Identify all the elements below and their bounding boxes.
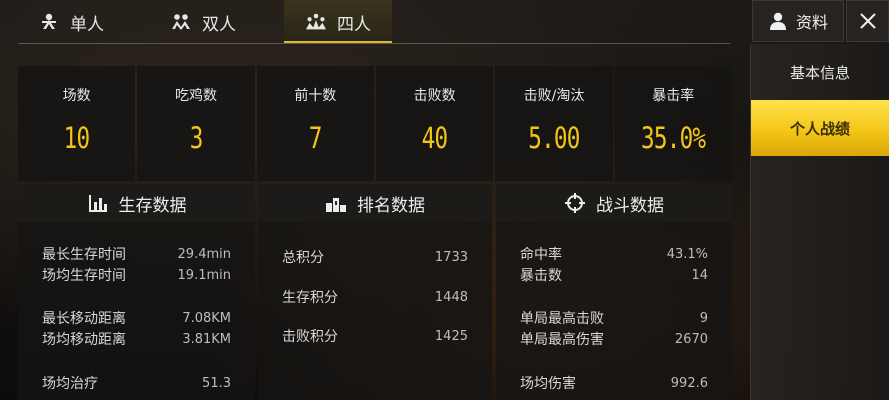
crosshair-icon — [565, 193, 585, 213]
tab-single-label: 单人 — [70, 14, 104, 35]
tab-squad[interactable]: 四人 — [284, 0, 392, 44]
ranking-panel-header: 排名数据 — [258, 184, 492, 222]
squad-icon — [305, 11, 327, 33]
row-value: 2670 — [674, 331, 708, 347]
row-label: 总积分 — [282, 250, 324, 266]
profile-button-label: 资料 — [795, 13, 828, 32]
combat-row: 单局最高击败 9 — [520, 308, 708, 328]
profile-button[interactable]: 资料 — [752, 0, 844, 42]
stat-kd: 击败/淘汰 5.00 — [495, 66, 613, 181]
tab-squad-label: 四人 — [337, 14, 371, 35]
row-value: 29.4min — [177, 246, 231, 262]
stat-label: 击败数 — [413, 88, 456, 104]
combat-row: 场均伤害 992.6 — [520, 373, 708, 393]
ranking-row: 生存积分 1448 — [282, 287, 468, 307]
row-label: 命中率 — [520, 247, 562, 263]
stat-wins: 吃鸡数 3 — [137, 66, 255, 181]
stat-value: 40 — [421, 121, 448, 155]
row-label: 场均伤害 — [520, 376, 576, 392]
survival-row: 最长生存时间 29.4min — [42, 244, 231, 264]
stat-value: 3 — [189, 121, 204, 155]
stat-label: 吃鸡数 — [174, 88, 217, 104]
row-label: 单局最高击败 — [520, 311, 604, 327]
duo-icon — [170, 11, 192, 33]
stat-value: 7 — [308, 121, 323, 155]
ranking-panel-title: 排名数据 — [357, 195, 425, 216]
combat-panel-header: 战斗数据 — [496, 184, 732, 222]
survival-row: 场均治疗 51.3 — [42, 373, 231, 393]
close-icon — [859, 13, 876, 29]
tab-single[interactable]: 单人 — [38, 0, 104, 44]
combat-panel: 战斗数据 命中率 43.1% 暴击数 14 单局最高击败 9 单局最高伤害 2670 场… — [496, 184, 732, 400]
person-icon — [769, 12, 786, 30]
survival-row: 场均移动距离 3.81KM — [42, 329, 231, 349]
row-label: 暴击数 — [520, 268, 562, 284]
tab-divider — [18, 43, 730, 44]
stat-value: 35.0% — [641, 121, 706, 155]
row-label: 击败积分 — [282, 329, 338, 345]
stat-matches: 场数 10 — [18, 66, 136, 181]
combat-panel-title: 战斗数据 — [596, 195, 664, 216]
ranking-row: 击败积分 1425 — [282, 326, 468, 346]
survival-row: 场均生存时间 19.1min — [42, 265, 231, 285]
podium-icon — [326, 198, 346, 212]
survival-panel: 生存数据 最长生存时间 29.4min 场均生存时间 19.1min 最长移动距离 7… — [18, 184, 255, 400]
row-value: 992.6 — [670, 375, 708, 391]
row-value: 7.08KM — [182, 310, 231, 326]
ranking-row: 总积分 1733 — [282, 247, 468, 267]
row-label: 单局最高伤害 — [520, 332, 604, 348]
row-value: 51.3 — [202, 375, 231, 391]
row-label: 最长移动距离 — [42, 311, 126, 327]
row-label: 场均生存时间 — [42, 268, 126, 284]
row-value: 1425 — [434, 328, 468, 344]
stat-value: 5.00 — [528, 121, 580, 155]
row-label: 场均治疗 — [42, 376, 98, 392]
survival-panel-title: 生存数据 — [118, 195, 187, 216]
row-value: 19.1min — [177, 267, 231, 283]
row-value: 9 — [699, 310, 708, 326]
row-value: 1448 — [434, 289, 468, 305]
mode-tabs: 单人 双人 四人 — [18, 0, 730, 44]
single-person-icon — [38, 11, 60, 33]
stat-top-ten: 前十数 7 — [256, 66, 374, 181]
stat-label: 暴击率 — [652, 88, 695, 104]
bar-chart-icon — [88, 195, 107, 212]
row-value: 1733 — [434, 249, 468, 265]
stat-crit-rate: 暴击率 35.0% — [614, 66, 732, 181]
stat-label: 前十数 — [294, 88, 337, 104]
summary-stats: 场数 10 吃鸡数 3 前十数 7 击败数 40 击败/淘汰 5.00 暴击率 … — [18, 66, 732, 181]
close-button[interactable] — [846, 0, 889, 42]
tab-duo-label: 双人 — [202, 14, 236, 35]
row-value: 43.1% — [666, 246, 708, 262]
row-label: 生存积分 — [282, 290, 338, 306]
side-menu: 基本信息 个人战绩 — [750, 44, 889, 400]
combat-row: 暴击数 14 — [520, 265, 708, 285]
row-label: 场均移动距离 — [42, 332, 126, 348]
ranking-panel: 排名数据 总积分 1733 生存积分 1448 击败积分 1425 — [258, 184, 492, 400]
survival-panel-header: 生存数据 — [18, 184, 255, 222]
row-value: 3.81KM — [182, 331, 231, 347]
row-value: 14 — [691, 267, 708, 283]
side-item-basic-info[interactable]: 基本信息 — [751, 44, 889, 100]
stat-kills: 击败数 40 — [375, 66, 494, 181]
side-item-personal-record[interactable]: 个人战绩 — [751, 100, 889, 156]
row-label: 最长生存时间 — [42, 247, 126, 263]
stat-label: 场数 — [62, 88, 91, 104]
tab-duo[interactable]: 双人 — [170, 0, 236, 44]
combat-row: 单局最高伤害 2670 — [520, 329, 708, 349]
stat-label: 击败/淘汰 — [523, 88, 585, 104]
stat-value: 10 — [63, 121, 90, 155]
combat-row: 命中率 43.1% — [520, 244, 708, 264]
survival-row: 最长移动距离 7.08KM — [42, 308, 231, 328]
